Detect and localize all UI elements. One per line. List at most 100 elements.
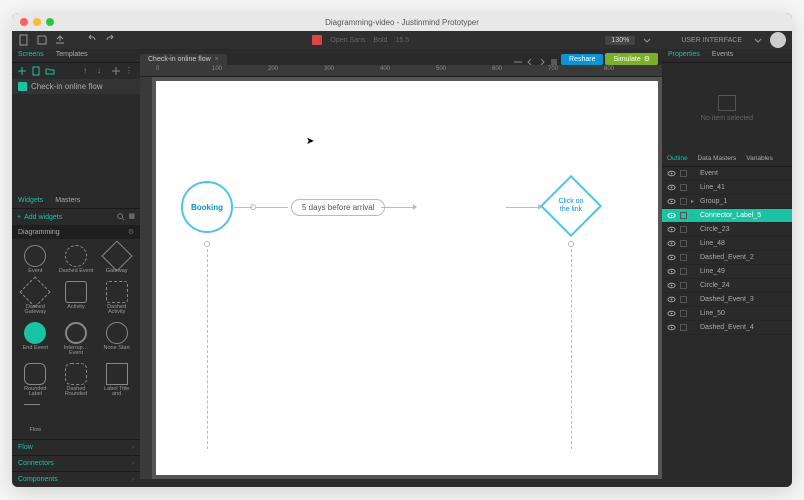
tab-events[interactable]: Events (706, 49, 739, 62)
visibility-eye-icon[interactable] (667, 281, 676, 290)
widget-gateway[interactable]: Gateway (97, 243, 136, 277)
save-icon[interactable] (36, 34, 48, 46)
document-tab[interactable]: Check-in online flow × (140, 54, 227, 65)
checkbox[interactable] (680, 268, 687, 275)
category-components[interactable]: Components› (12, 471, 140, 487)
connector-line[interactable] (506, 207, 538, 208)
connector-node[interactable] (204, 241, 210, 247)
checkbox[interactable] (680, 324, 687, 331)
widget-dashed-gateway[interactable]: Dashed Gateway (16, 279, 55, 318)
checkbox[interactable] (680, 198, 687, 205)
outline-row[interactable]: ▸Group_1 (662, 195, 792, 209)
widget-dashed-rounded[interactable]: Dashed Rounded (57, 361, 96, 400)
connector-node[interactable] (568, 241, 574, 247)
canvas-area[interactable]: ➤ Booking 5 days before arrival Click on… (140, 77, 662, 479)
decision-gateway-shape[interactable]: Click on the link (541, 176, 601, 236)
widget-activity[interactable]: Activity (57, 279, 96, 318)
move-up-icon[interactable]: ↑ (83, 66, 93, 76)
tab-properties[interactable]: Properties (662, 49, 706, 62)
font-color-swatch[interactable] (312, 35, 322, 45)
redo-icon[interactable] (104, 34, 116, 46)
checkbox[interactable] (680, 282, 687, 289)
add-screen-icon[interactable] (17, 66, 27, 76)
close-tab-icon[interactable]: × (215, 56, 219, 63)
page-icon[interactable] (31, 66, 41, 76)
booking-event-shape[interactable]: Booking (181, 181, 233, 233)
outline-row[interactable]: Dashed_Event_2 (662, 251, 792, 265)
widget-dashed-event[interactable]: Dashed Event (57, 243, 96, 277)
gear-icon[interactable]: ⚙ (128, 228, 134, 236)
move-down-icon[interactable]: ↓ (97, 66, 107, 76)
menu-icon[interactable] (549, 54, 559, 64)
visibility-eye-icon[interactable] (667, 253, 676, 262)
outline-row[interactable]: Circle_24 (662, 279, 792, 293)
folder-icon[interactable] (45, 66, 55, 76)
outline-row[interactable]: Event (662, 167, 792, 181)
user-avatar[interactable] (770, 32, 786, 48)
tab-screens[interactable]: Screens (12, 49, 50, 62)
widget-rounded-label[interactable]: Rounded Label (16, 361, 55, 400)
checkbox[interactable] (680, 310, 687, 317)
font-family-label[interactable]: Open Sans (330, 37, 365, 44)
connector-line[interactable] (234, 207, 252, 208)
widget-label-title[interactable]: Label Title and (97, 361, 136, 400)
outline-row[interactable]: Line_49 (662, 265, 792, 279)
connector-label[interactable]: 5 days before arrival (291, 199, 385, 216)
tab-datamasters[interactable]: Data Masters (693, 153, 742, 166)
search-icon[interactable] (117, 212, 125, 222)
outline-row[interactable]: ▸Connector_Label_5 (662, 209, 792, 223)
visibility-eye-icon[interactable] (667, 309, 676, 318)
outline-row[interactable]: Line_48 (662, 237, 792, 251)
forward-icon[interactable] (537, 54, 547, 64)
widget-dashed-activity[interactable]: Dashed Activity (97, 279, 136, 318)
font-weight-label[interactable]: Bold (373, 37, 387, 44)
tab-variables[interactable]: Variables (741, 153, 778, 166)
section-diagramming[interactable]: Diagramming ⚙ (12, 225, 140, 239)
visibility-eye-icon[interactable] (667, 197, 676, 206)
widget-end-event[interactable]: End Event (16, 320, 55, 359)
dashed-connector[interactable] (571, 249, 572, 449)
visibility-eye-icon[interactable] (667, 295, 676, 304)
visibility-eye-icon[interactable] (667, 211, 676, 220)
category-flow[interactable]: Flow› (12, 439, 140, 455)
reshare-button[interactable]: Reshare (561, 54, 603, 65)
canvas[interactable]: ➤ Booking 5 days before arrival Click on… (156, 81, 658, 475)
add-widgets-row[interactable]: + Add widgets ▦ (12, 209, 140, 225)
grid-icon[interactable]: ▦ (128, 212, 135, 222)
chevron-down-icon[interactable] (752, 34, 764, 46)
outline-row[interactable]: Circle_23 (662, 223, 792, 237)
checkbox[interactable] (680, 184, 687, 191)
dots-icon[interactable]: ⋮ (125, 66, 135, 76)
expand-caret-icon[interactable]: ▸ (691, 198, 696, 205)
connector-line[interactable] (256, 207, 288, 208)
back-icon[interactable] (525, 54, 535, 64)
dashed-connector[interactable] (207, 249, 208, 449)
zoom-level[interactable]: 130% (605, 36, 635, 45)
visibility-eye-icon[interactable] (667, 225, 676, 234)
checkbox[interactable] (680, 170, 687, 177)
checkbox[interactable] (680, 212, 687, 219)
visibility-eye-icon[interactable] (667, 267, 676, 276)
tab-masters[interactable]: Masters (49, 195, 86, 208)
checkbox[interactable] (680, 296, 687, 303)
checkbox[interactable] (680, 240, 687, 247)
align-icon[interactable] (513, 54, 523, 64)
visibility-eye-icon[interactable] (667, 183, 676, 192)
visibility-eye-icon[interactable] (667, 169, 676, 178)
outline-row[interactable]: Line_41 (662, 181, 792, 195)
connector-line[interactable] (381, 207, 413, 208)
widget-none-start[interactable]: None Start (97, 320, 136, 359)
maximize-window-button[interactable] (46, 18, 54, 26)
undo-icon[interactable] (86, 34, 98, 46)
visibility-eye-icon[interactable] (667, 323, 676, 332)
outline-row[interactable]: Dashed_Event_4 (662, 321, 792, 335)
export-icon[interactable] (54, 34, 66, 46)
simulate-button[interactable]: Simulate ⚙ (605, 53, 658, 65)
tab-templates[interactable]: Templates (50, 49, 94, 62)
screen-list-item[interactable]: Check-in online flow (12, 79, 140, 94)
ui-mode-dropdown[interactable]: USER INTERFACE (677, 37, 746, 44)
tab-outline[interactable]: Outline (662, 153, 693, 166)
visibility-eye-icon[interactable] (667, 239, 676, 248)
minimize-window-button[interactable] (33, 18, 41, 26)
checkbox[interactable] (680, 254, 687, 261)
